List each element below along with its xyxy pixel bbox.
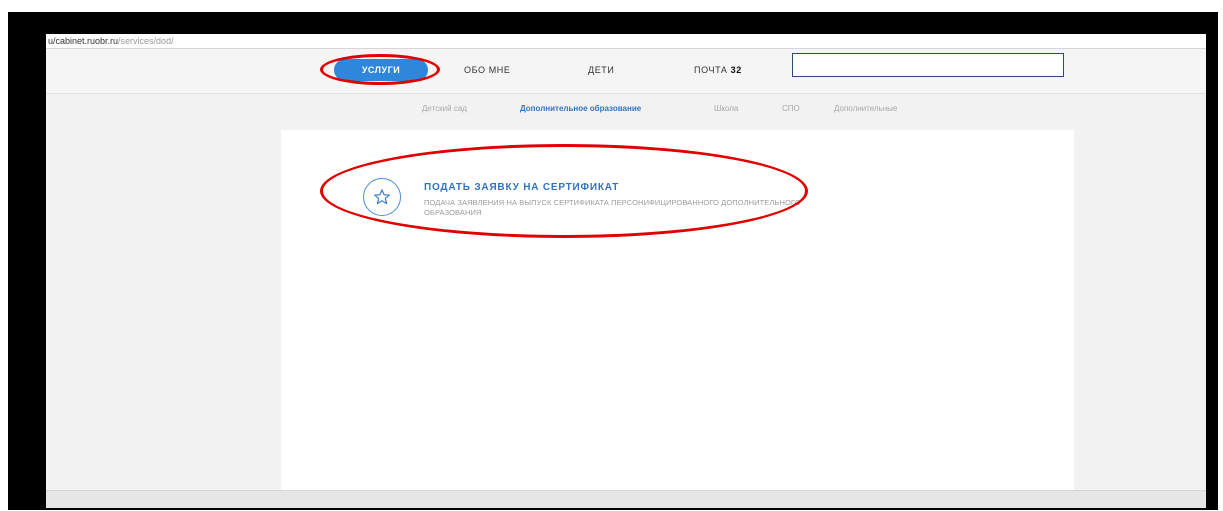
page-bottom-strip — [46, 490, 1206, 508]
mail-count-badge: 32 — [730, 65, 742, 75]
nav-tab-about-me[interactable]: ОБО МНЕ — [464, 59, 511, 81]
service-icon-circle — [363, 178, 401, 216]
mail-label: ПОЧТА — [694, 65, 728, 75]
url-host: u/cabinet.ruobr.ru — [48, 36, 119, 46]
subnav-additional[interactable]: Дополнительные — [834, 104, 897, 113]
service-category-tabs: Детский сад Дополнительное образование Ш… — [46, 94, 1206, 128]
subnav-kindergarten[interactable]: Детский сад — [422, 104, 467, 113]
nav-tab-mail[interactable]: ПОЧТА 32 — [694, 59, 742, 81]
subnav-spo[interactable]: СПО — [782, 104, 800, 113]
service-title[interactable]: ПОДАТЬ ЗАЯВКУ НА СЕРТИФИКАТ — [424, 182, 619, 193]
url-path: /services/dod/ — [118, 36, 174, 46]
nav-tab-children[interactable]: ДЕТИ — [588, 59, 614, 81]
content-panel: ПОДАТЬ ЗАЯВКУ НА СЕРТИФИКАТ ПОДАЧА ЗАЯВЛ… — [281, 130, 1074, 490]
screenshot-frame: u/cabinet.ruobr.ru/services/dod/ УСЛУГИ … — [8, 12, 1218, 510]
search-input[interactable] — [792, 53, 1064, 77]
subnav-additional-education[interactable]: Дополнительное образование — [520, 104, 641, 113]
browser-viewport: u/cabinet.ruobr.ru/services/dod/ УСЛУГИ … — [46, 34, 1206, 508]
top-navigation: УСЛУГИ ОБО МНЕ ДЕТИ ПОЧТА 32 — [46, 49, 1206, 94]
service-apply-certificate[interactable]: ПОДАТЬ ЗАЯВКУ НА СЕРТИФИКАТ ПОДАЧА ЗАЯВЛ… — [363, 174, 833, 224]
service-description: ПОДАЧА ЗАЯВЛЕНИЯ НА ВЫПУСК СЕРТИФИКАТА П… — [424, 198, 801, 217]
subnav-school[interactable]: Школа — [714, 104, 738, 113]
nav-tab-services[interactable]: УСЛУГИ — [334, 59, 428, 81]
address-bar[interactable]: u/cabinet.ruobr.ru/services/dod/ — [46, 34, 1206, 49]
star-icon — [374, 189, 390, 205]
